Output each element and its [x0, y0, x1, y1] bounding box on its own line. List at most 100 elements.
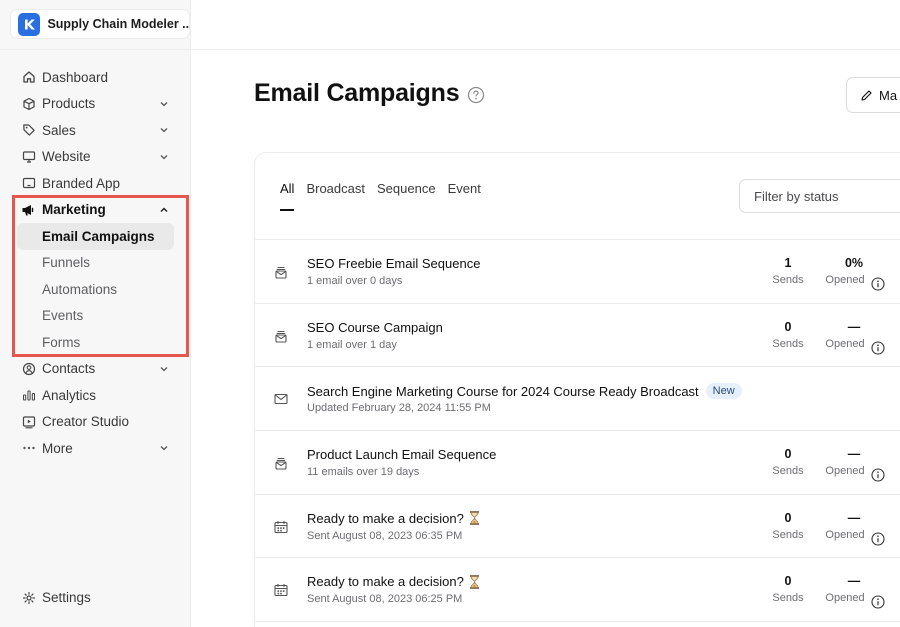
sidebar-item-more[interactable]: More — [0, 435, 191, 462]
opened-rate: 0% — [844, 256, 864, 270]
sidebar-item-label: Products — [42, 96, 96, 112]
tab-all[interactable]: All — [280, 181, 295, 211]
manage-button-label: Ma — [879, 87, 898, 103]
opened-rate: — — [847, 574, 861, 589]
divider — [191, 49, 900, 50]
campaigns-card: All Broadcast Sequence Event Filter by s… — [254, 152, 900, 627]
sends-count: 0 — [784, 447, 792, 462]
campaign-title-text: Ready to make a decision? — [307, 510, 464, 526]
hourglass-icon — [469, 575, 479, 589]
campaign-row[interactable]: Search Engine Marketing Course for 2024 … — [255, 367, 900, 432]
sidebar-item-products[interactable]: Products — [0, 91, 191, 118]
pencil-icon — [861, 89, 872, 101]
sidebar-item-branded-app[interactable]: Branded App — [0, 170, 191, 197]
calendar-icon — [274, 584, 288, 597]
sends-count: 1 — [784, 256, 792, 270]
campaign-row[interactable]: SEO Freebie Email Sequence 1 email over … — [255, 240, 900, 304]
monitor-icon — [21, 149, 36, 164]
sequence-icon — [275, 330, 287, 343]
campaign-title-text: Search Engine Marketing Course for 2024 … — [307, 383, 699, 399]
chevron-down-icon[interactable] — [159, 152, 169, 162]
help-icon[interactable] — [467, 86, 485, 104]
hourglass-icon — [469, 511, 479, 525]
calendar-icon — [274, 520, 288, 533]
mail-icon — [274, 394, 288, 405]
campaign-row[interactable]: Product Launch Email Sequence 11 emails … — [255, 431, 900, 495]
sidebar-item-label: Website — [42, 149, 91, 165]
tablet-icon — [21, 176, 36, 191]
sidebar-item-label: Contacts — [42, 361, 96, 377]
sidebar-item-website[interactable]: Website — [0, 144, 191, 171]
sequence-icon — [275, 458, 287, 470]
manage-button[interactable]: Ma — [846, 77, 900, 113]
sidebar-item-analytics[interactable]: Analytics — [0, 382, 191, 409]
campaign-subtitle: 11 emails over 19 days — [307, 466, 420, 479]
tab-sequence[interactable]: Sequence — [377, 181, 436, 196]
sidebar-item-label: Sales — [42, 122, 76, 138]
campaign-subtitle: Updated February 28, 2024 11:55 PM — [307, 402, 491, 415]
user-icon — [21, 361, 36, 376]
sidebar: Supply Chain Modeler ... Dashboard Produ… — [0, 0, 191, 627]
chevron-down-icon[interactable] — [159, 125, 169, 135]
info-icon[interactable] — [871, 468, 885, 482]
sidebar-item-label: More — [42, 440, 73, 456]
workspace-switcher[interactable]: Supply Chain Modeler ... — [10, 9, 190, 39]
chevron-down-icon[interactable] — [159, 364, 169, 374]
campaign-title: Ready to make a decision? — [307, 511, 480, 526]
settings-label: Settings — [42, 590, 91, 605]
sidebar-item-label: Branded App — [42, 175, 121, 191]
campaign-subtitle: Sent August 08, 2023 06:25 PM — [307, 593, 463, 606]
sidebar-item-settings[interactable]: Settings — [21, 590, 91, 605]
sidebar-item-label: Analytics — [42, 387, 97, 403]
workspace-name: Supply Chain Modeler ... — [47, 17, 189, 31]
opened-rate: — — [847, 319, 861, 334]
campaign-subtitle: 1 email over 0 days — [307, 275, 403, 287]
campaign-title: Search Engine Marketing Course for 2024 … — [307, 383, 742, 400]
sends-count: 0 — [784, 510, 792, 525]
opened-rate: — — [847, 510, 861, 525]
campaign-subtitle: 1 email over 1 day — [307, 338, 397, 351]
divider — [0, 49, 191, 50]
campaign-tabs: All Broadcast Sequence Event — [280, 181, 493, 211]
new-badge: New — [705, 383, 742, 400]
sidebar-item-dashboard[interactable]: Dashboard — [0, 64, 191, 91]
sends-count: 0 — [784, 319, 792, 334]
campaign-title: SEO Course Campaign — [307, 319, 443, 335]
sidebar-item-label: Dashboard — [42, 69, 109, 85]
tab-event[interactable]: Event — [448, 181, 481, 196]
sidebar-item-contacts[interactable]: Contacts — [0, 356, 191, 383]
home-icon — [21, 70, 36, 85]
tab-broadcast[interactable]: Broadcast — [306, 181, 365, 196]
filter-status-select[interactable]: Filter by status — [739, 179, 900, 213]
campaign-title-text: Ready to make a decision? — [307, 574, 464, 590]
marketing-highlight-box — [12, 195, 189, 357]
more-icon — [21, 441, 36, 456]
chevron-down-icon[interactable] — [159, 443, 169, 453]
bar-chart-icon — [21, 388, 36, 403]
sidebar-item-sales[interactable]: Sales — [0, 117, 191, 144]
info-icon[interactable] — [871, 532, 885, 546]
sidebar-item-label: Creator Studio — [42, 414, 130, 430]
opened-rate: — — [847, 447, 861, 462]
play-icon — [21, 414, 36, 429]
info-icon[interactable] — [871, 341, 885, 355]
campaign-title: Product Launch Email Sequence — [307, 447, 497, 463]
info-icon[interactable] — [871, 277, 885, 291]
chevron-down-icon[interactable] — [159, 99, 169, 109]
campaign-title: Ready to make a decision? — [307, 574, 480, 589]
campaign-row[interactable]: SEO Course Campaign 1 email over 1 day 0… — [255, 304, 900, 368]
tag-icon — [21, 123, 36, 138]
sidebar-item-creator-studio[interactable]: Creator Studio — [0, 409, 191, 436]
gear-icon — [21, 590, 36, 605]
workspace-logo-icon — [18, 12, 41, 36]
campaign-row[interactable]: Ready to make a decision? Sent August 08… — [255, 495, 900, 559]
sequence-icon — [275, 266, 287, 279]
sends-count: 0 — [784, 574, 792, 589]
campaign-list: SEO Freebie Email Sequence 1 email over … — [255, 240, 900, 623]
campaign-row[interactable]: Ready to make a decision? Sent August 08… — [255, 558, 900, 623]
cube-icon — [21, 96, 36, 111]
page-title: Email Campaigns — [254, 79, 460, 107]
info-icon[interactable] — [871, 595, 885, 609]
campaign-title: SEO Freebie Email Sequence — [307, 256, 481, 271]
campaign-subtitle: Sent August 08, 2023 06:35 PM — [307, 529, 463, 542]
